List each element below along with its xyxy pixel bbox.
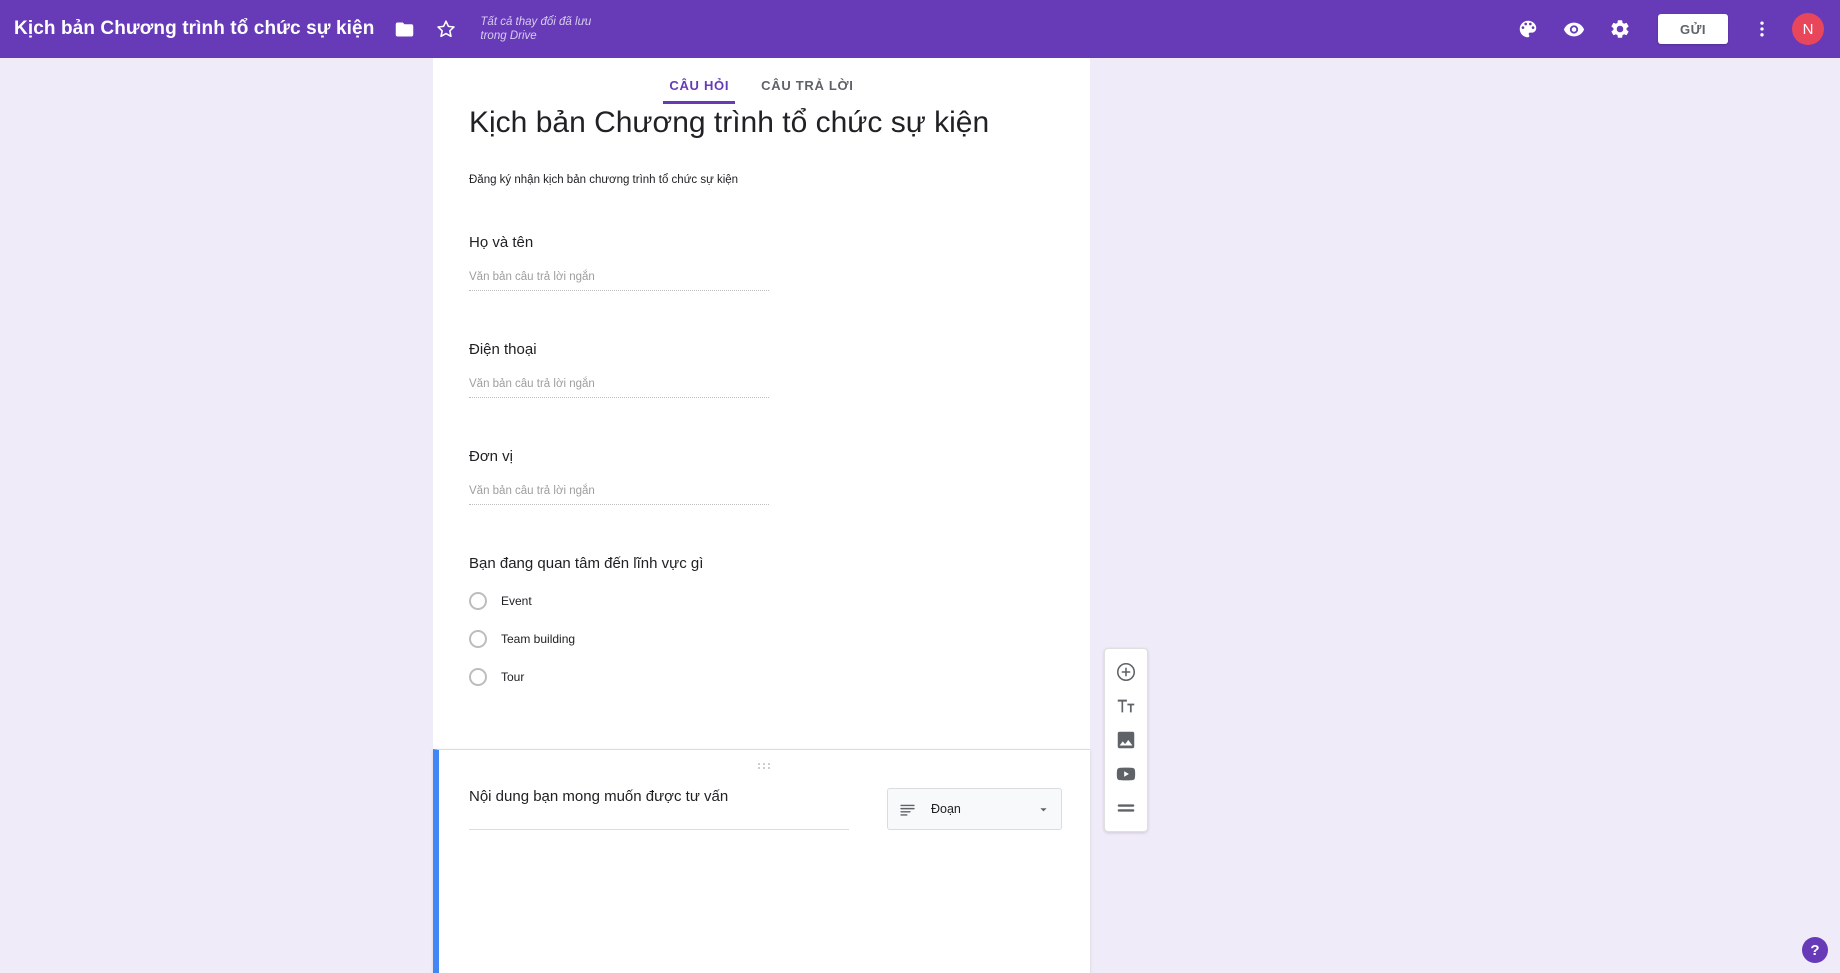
option-label: Event [501,594,532,608]
more-vert-icon[interactable] [1750,17,1774,41]
question-title: Họ và tên [469,234,534,251]
document-title[interactable]: Kịch bản Chương trình tổ chức sự kiện [14,18,374,40]
video-icon[interactable] [1104,757,1148,791]
add-circle-icon[interactable] [1104,655,1148,689]
question-card-linh-vuc[interactable]: Bạn đang quan tâm đến lĩnh vực gì Event … [433,555,1090,686]
radio-icon[interactable] [469,630,487,648]
short-answer-placeholder: Văn bản câu trả lời ngắn [469,271,769,291]
tab-questions[interactable]: CÂU HỎI [653,78,745,104]
option-label: Team building [501,632,576,646]
page-background-right [1090,58,1840,973]
help-button[interactable]: ? [1802,937,1828,963]
question-card-ho-va-ten[interactable]: Họ và tên Văn bản câu trả lời ngắn [433,234,1090,291]
save-status-text: Tất cả thay đổi đã lưu trong Drive [480,16,592,42]
drag-handle[interactable] [439,760,1090,772]
star-icon[interactable] [434,17,458,41]
question-type-select[interactable]: Đoạn [887,788,1062,830]
form-description[interactable]: Đăng ký nhận kịch bản chương trình tổ ch… [469,174,1054,186]
question-title: Điện thoại [469,341,537,358]
question-card-don-vi[interactable]: Đơn vị Văn bản câu trả lời ngắn [433,448,1090,505]
image-icon[interactable] [1104,723,1148,757]
folder-icon[interactable] [392,17,416,41]
title-text-icon[interactable] [1104,689,1148,723]
palette-icon[interactable] [1516,17,1540,41]
page-background-left [0,58,433,973]
active-question-card[interactable]: Nội dung bạn mong muốn được tư vấn Đoạn [433,749,1090,973]
option-label: Tour [501,670,525,684]
short-answer-placeholder: Văn bản câu trả lời ngắn [469,485,769,505]
form-title[interactable]: Kịch bản Chương trình tổ chức sự kiện [469,104,1054,142]
section-icon[interactable] [1104,791,1148,825]
paragraph-lines-icon [898,800,917,819]
gear-icon[interactable] [1608,17,1632,41]
form-editor-body: Kịch bản Chương trình tổ chức sự kiện Đă… [433,104,1090,973]
radio-option-event[interactable]: Event [469,592,1054,610]
form-tabs: CÂU HỎI CÂU TRẢ LỜI [433,58,1090,104]
question-title: Bạn đang quan tâm đến lĩnh vực gì [469,555,704,572]
question-title: Đơn vị [469,448,514,465]
question-card-dien-thoai[interactable]: Điện thoại Văn bản câu trả lời ngắn [433,341,1090,398]
topbar-actions: GỬI N [1494,13,1840,45]
form-header-card[interactable]: Kịch bản Chương trình tổ chức sự kiện Đă… [433,104,1090,186]
short-answer-placeholder: Văn bản câu trả lời ngắn [469,378,769,398]
send-button[interactable]: GỬI [1657,14,1728,44]
app-topbar: Kịch bản Chương trình tổ chức sự kiện Tấ… [0,0,1840,58]
question-title-input[interactable]: Nội dung bạn mong muốn được tư vấn [469,788,849,830]
radio-icon[interactable] [469,592,487,610]
tab-responses[interactable]: CÂU TRẢ LỜI [745,78,869,104]
radio-icon[interactable] [469,668,487,686]
radio-option-team-building[interactable]: Team building [469,630,1054,648]
radio-option-tour[interactable]: Tour [469,668,1054,686]
avatar[interactable]: N [1792,13,1824,45]
question-type-label: Đoạn [931,802,961,816]
drag-dots-icon [758,763,771,769]
question-tools-rail [1104,648,1148,832]
chevron-down-icon[interactable] [1036,802,1051,817]
eye-icon[interactable] [1562,17,1586,41]
